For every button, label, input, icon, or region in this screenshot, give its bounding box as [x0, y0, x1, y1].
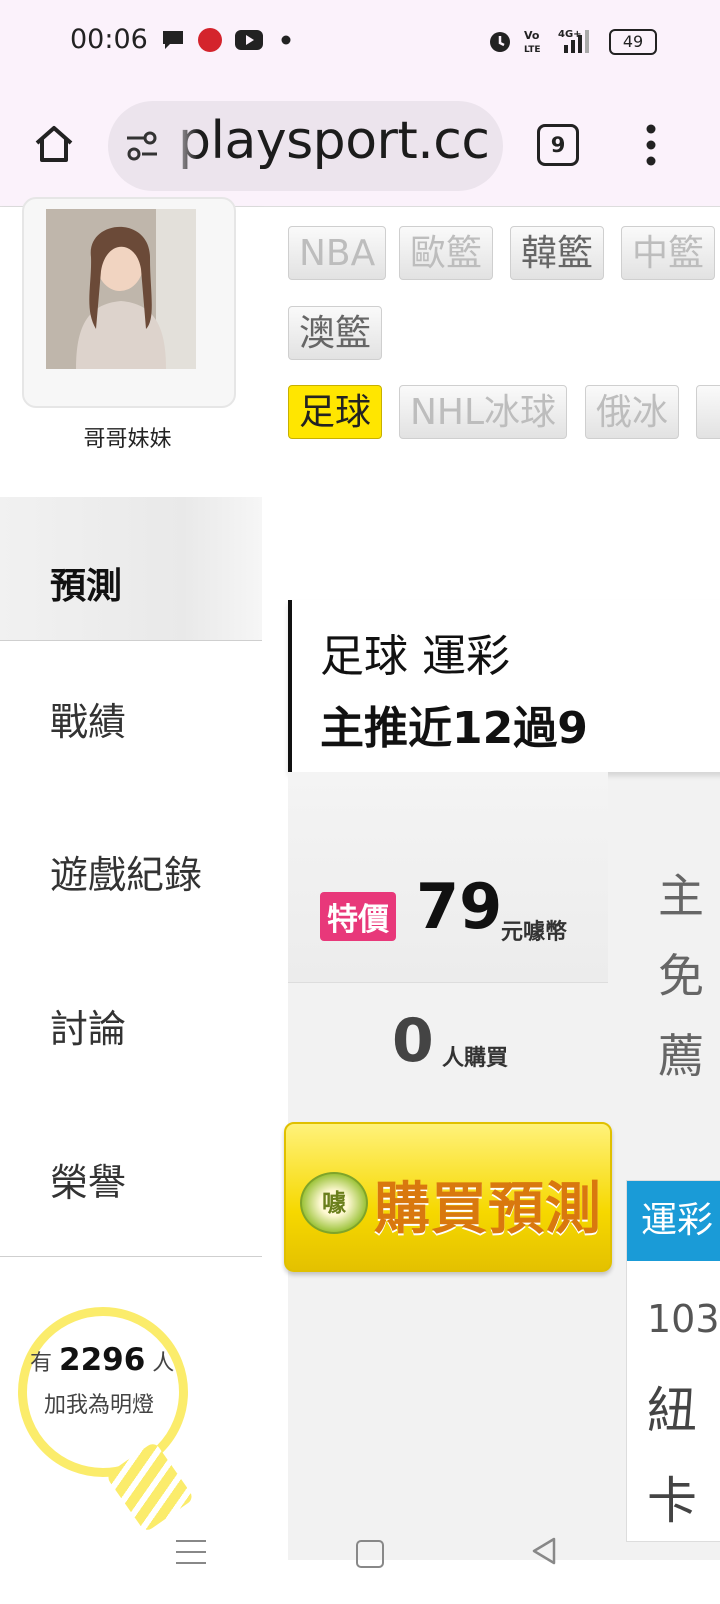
- home-nav-button[interactable]: [356, 1540, 384, 1568]
- fan-count-caption: 加我為明燈: [44, 1393, 155, 1418]
- sidebar-item-label: 遊戲紀錄: [50, 853, 203, 897]
- team-name: 紐: [647, 1382, 697, 1440]
- sidebar-item-prediction[interactable]: 預測: [0, 497, 262, 657]
- battery-level: 49: [622, 32, 644, 51]
- volte-icon: Vo LTE: [524, 29, 541, 55]
- svg-text:LTE: LTE: [524, 45, 541, 55]
- tag-nba[interactable]: NBA: [288, 226, 387, 280]
- price-area: 特價 79 元噱幣: [288, 772, 608, 983]
- url-text: playsport.cc: [178, 111, 490, 171]
- alarm-icon: [490, 32, 510, 52]
- odds-header: 運彩: [627, 1181, 720, 1261]
- tag-australia-basketball[interactable]: 澳籃: [288, 306, 383, 360]
- home-icon[interactable]: [32, 122, 76, 166]
- profile-name: 哥哥妹妹: [83, 427, 172, 452]
- coin-icon: 噱: [300, 1172, 368, 1234]
- side-text: 主: [658, 869, 704, 923]
- sidebar-item-label: 討論: [50, 1007, 127, 1051]
- youtube-icon: [235, 30, 263, 50]
- tag-nhl[interactable]: NHL冰球: [399, 385, 568, 439]
- sidebar: 哥哥妹妹 預測 戰績 遊戲紀錄 討論 榮譽 有 2296 人 加我為明燈: [0, 197, 264, 1604]
- site-settings-icon[interactable]: [124, 128, 160, 164]
- buyer-count-unit: 人購買: [442, 1046, 509, 1071]
- game-number: 103: [647, 1297, 720, 1341]
- status-bar: 00:06 Vo LTE 4G+ 49: [0, 0, 720, 84]
- buy-prediction-label: 購買預測: [374, 1177, 602, 1242]
- sale-badge: 特價: [320, 892, 396, 941]
- tag-euro-basketball[interactable]: 歐籃: [399, 226, 494, 280]
- address-bar[interactable]: playsport.cc: [108, 101, 503, 191]
- side-text: 免: [658, 949, 704, 1003]
- browser-toolbar: playsport.cc 9: [0, 84, 720, 207]
- team-name: 卡: [647, 1472, 697, 1530]
- tag-korean-basketball[interactable]: 韓籃: [510, 226, 605, 280]
- sidebar-item-discussion[interactable]: 討論: [0, 948, 262, 1103]
- signal-icon: 4G+: [558, 29, 589, 53]
- recent-apps-button[interactable]: [176, 1540, 206, 1573]
- sidebar-item-label: 榮譽: [50, 1161, 127, 1205]
- buyer-count: 0: [392, 1006, 434, 1076]
- more-menu-icon[interactable]: [636, 122, 666, 168]
- svg-text:Vo: Vo: [524, 29, 540, 42]
- profile-card[interactable]: 哥哥妹妹: [0, 197, 262, 497]
- prediction-category: 足球 運彩: [320, 631, 510, 682]
- price-value: 79: [416, 870, 503, 943]
- buy-prediction-button[interactable]: 噱 購買預測: [284, 1122, 612, 1272]
- back-nav-icon[interactable]: [530, 1536, 558, 1566]
- chat-bubble-icon: [163, 31, 183, 49]
- main-content: NBA 歐籃 韓籃 中籃 澳籃 足球 NHL冰球 俄冰 足球 運彩 主推近12過…: [262, 207, 720, 1604]
- sidebar-item-honor[interactable]: 榮譽: [0, 1102, 262, 1257]
- tag-more[interactable]: [696, 385, 720, 439]
- battery-icon: 49: [609, 29, 657, 55]
- lottery-odds-panel[interactable]: 運彩 103 紐 卡: [626, 1180, 720, 1542]
- fan-count: 2296: [59, 1342, 146, 1378]
- sidebar-item-record[interactable]: 戰績: [0, 640, 262, 796]
- fan-count-line: 有 2296 人: [30, 1342, 175, 1378]
- tag-soccer[interactable]: 足球: [288, 385, 383, 439]
- prediction-card: 足球 運彩 主推近12過9 特價 79 元噱幣 0 人購買 主 免 薦 噱 購買…: [284, 600, 720, 1560]
- sidebar-item-game-log[interactable]: 遊戲紀錄: [0, 794, 262, 949]
- tag-russia-hockey[interactable]: 俄冰: [585, 385, 680, 439]
- app-badge-icon: [198, 28, 222, 52]
- price-unit: 元噱幣: [501, 920, 568, 945]
- sidebar-item-label: 戰績: [50, 700, 127, 744]
- tab-switcher-button[interactable]: 9: [537, 124, 579, 166]
- side-text: 薦: [658, 1029, 704, 1083]
- prediction-header: 足球 運彩 主推近12過9: [288, 600, 720, 772]
- notification-dot-icon: [281, 35, 291, 45]
- avatar[interactable]: [46, 209, 196, 369]
- status-time: 00:06: [70, 24, 148, 55]
- avatar-frame: [22, 197, 236, 408]
- prediction-headline: 主推近12過9: [320, 703, 588, 754]
- sidebar-item-label: 預測: [50, 566, 123, 607]
- tag-china-basketball[interactable]: 中籃: [621, 226, 716, 280]
